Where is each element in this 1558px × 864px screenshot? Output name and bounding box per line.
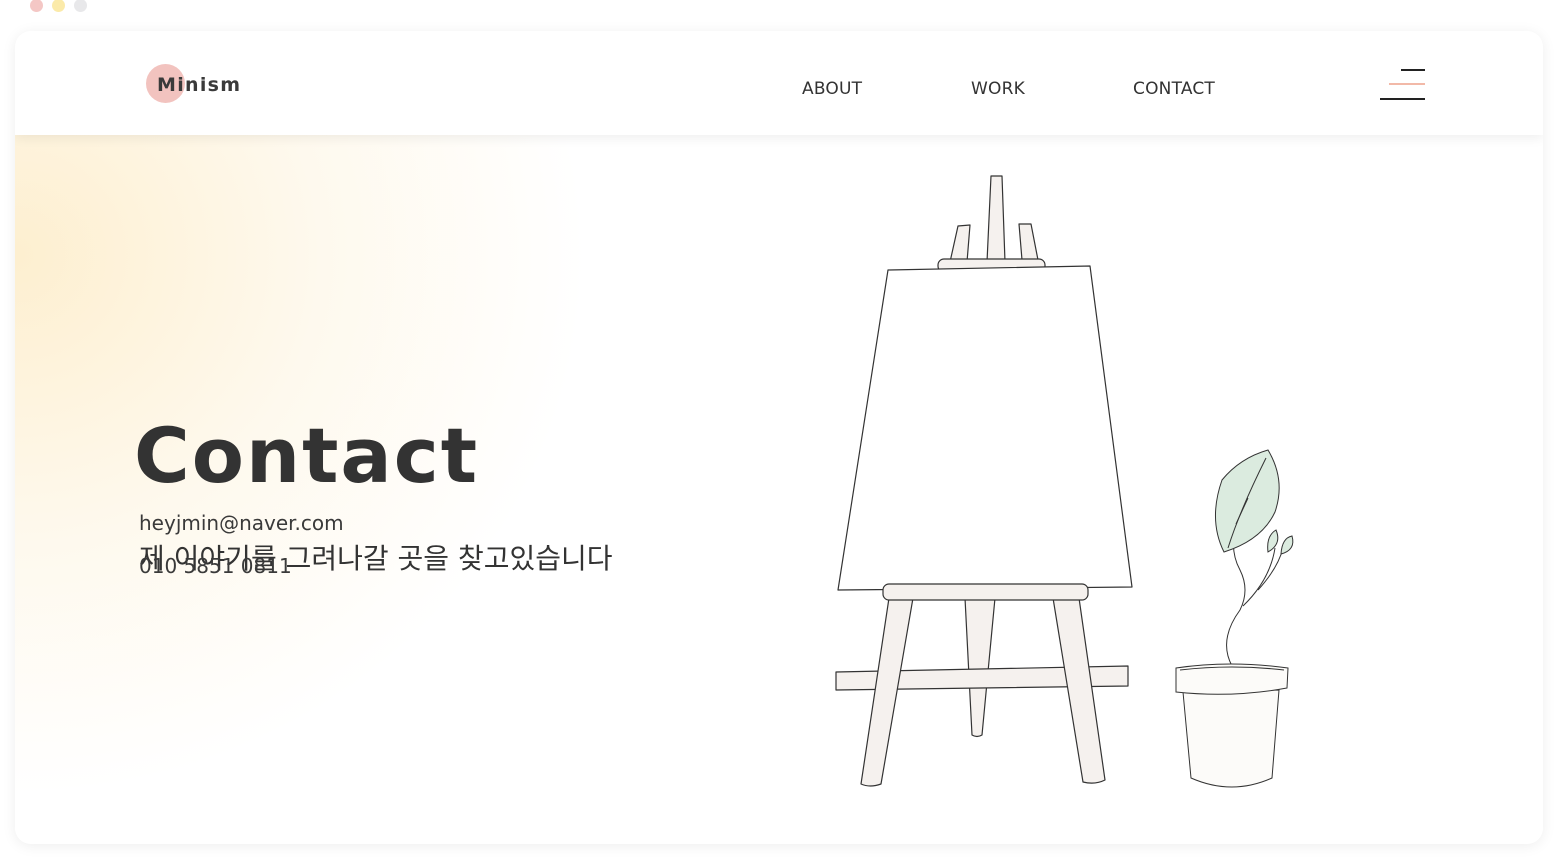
window-controls (30, 0, 87, 12)
logo-text: Minism (157, 74, 242, 96)
hamburger-menu-icon[interactable] (1377, 67, 1427, 101)
nav-about[interactable]: ABOUT (802, 79, 862, 99)
phone-number: 010 5851 0811 (139, 554, 292, 578)
nav-contact[interactable]: CONTACT (1133, 79, 1215, 99)
close-dot[interactable] (30, 0, 43, 12)
maximize-dot[interactable] (74, 0, 87, 12)
nav-work[interactable]: WORK (971, 79, 1025, 99)
logo[interactable]: Minism (146, 64, 266, 104)
minimize-dot[interactable] (52, 0, 65, 12)
contact-hero: Contact 제 이야기를 그려나갈 곳을 찾고있습니다 heyjmin@na… (15, 135, 1543, 844)
menu-line-middle (1389, 83, 1425, 85)
site-header: Minism ABOUT WORK CONTACT (15, 31, 1543, 135)
page-title: Contact (134, 411, 480, 500)
menu-line-top (1401, 69, 1425, 71)
email-link[interactable]: heyjmin@naver.com (139, 511, 344, 535)
menu-line-bottom (1380, 98, 1425, 100)
browser-window: Minism ABOUT WORK CONTACT Contact 제 이야기를… (15, 31, 1543, 844)
